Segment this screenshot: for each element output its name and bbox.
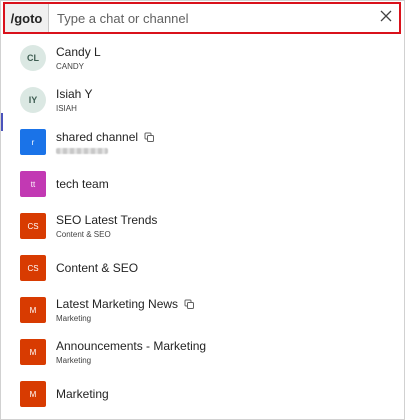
close-icon [380,9,392,27]
item-title: SEO Latest Trends [56,212,158,227]
redacted-subtitle [56,148,108,154]
avatar: IY [20,87,46,113]
list-item[interactable]: IY Isiah Y ISIAH [1,79,404,121]
avatar: CS [20,255,46,281]
list-item[interactable]: M Announcements - Marketing Marketing [1,331,404,373]
goto-dialog: /goto CL Candy L CANDY IY Isiah YISIAH rshare… [0,0,405,420]
item-subtitle: CANDY [56,61,85,71]
avatar: M [20,339,46,365]
list-item[interactable]: tt tech team [1,163,404,205]
item-title: Announcements - Marketing [56,338,207,353]
item-title-line: Isiah Y [56,87,92,102]
goto-search-bar: /goto [3,2,401,34]
item-title-line: Announcements - Marketing [56,339,206,354]
list-item[interactable]: CS SEO Latest Trends Content & SEO [1,205,404,247]
item-title: Marketing [56,386,109,401]
avatar: M [20,381,46,407]
shared-channel-icon [144,132,155,143]
item-text-block: shared channel [56,130,155,154]
item-title: Content & SEO [56,260,139,275]
list-item[interactable]: r shared channel [1,121,404,163]
avatar: CS [20,213,46,239]
item-text-block: Announcements - Marketing Marketing [56,339,206,366]
results-list: CL Candy L CANDY IY Isiah Y ISIAH r shared chan… [1,37,404,415]
item-text-block: Candy L CANDY [56,45,101,72]
item-text-block: Latest Marketing News Marketing [56,297,195,324]
item-title: Candy L [56,44,101,59]
list-item[interactable]: CS Content & SEO [1,247,404,289]
item-title-line: Latest Marketing News [56,297,195,312]
search-input[interactable] [49,4,373,32]
item-title-line: Content & SEO [56,261,138,276]
item-text-block: Content & SEO [56,261,138,276]
avatar: tt [20,171,46,197]
item-title-line: Marketing [56,387,109,402]
item-title-line: Candy L [56,45,101,60]
list-item[interactable]: M Latest Marketing News Marketing [1,289,404,331]
avatar: M [20,297,46,323]
clear-search-button[interactable] [373,4,399,32]
item-title: Latest Marketing News [56,296,179,311]
item-title: Isiah Y [56,86,93,101]
item-title-line: SEO Latest Trends [56,213,157,228]
item-subtitle: Content & SEO [56,229,111,239]
avatar: CL [20,45,46,71]
item-subtitle: Marketing [56,313,92,323]
item-subtitle: Marketing [56,355,92,365]
list-item[interactable]: CL Candy L CANDY [1,37,404,79]
list-item[interactable]: M Marketing [1,373,404,415]
avatar: r [20,129,46,155]
item-title-line: tech team [56,177,109,192]
item-title-line: shared channel [56,130,155,145]
item-text-block: Isiah Y ISIAH [56,87,92,114]
item-title: tech team [56,176,109,191]
shared-channel-icon [184,299,195,310]
item-text-block: Marketing [56,387,109,402]
item-text-block: SEO Latest Trends Content & SEO [56,213,157,240]
goto-command-prefix: /goto [5,4,49,32]
item-text-block: tech team [56,177,109,192]
item-subtitle: ISIAH [56,103,77,113]
item-title: shared channel [56,130,139,144]
